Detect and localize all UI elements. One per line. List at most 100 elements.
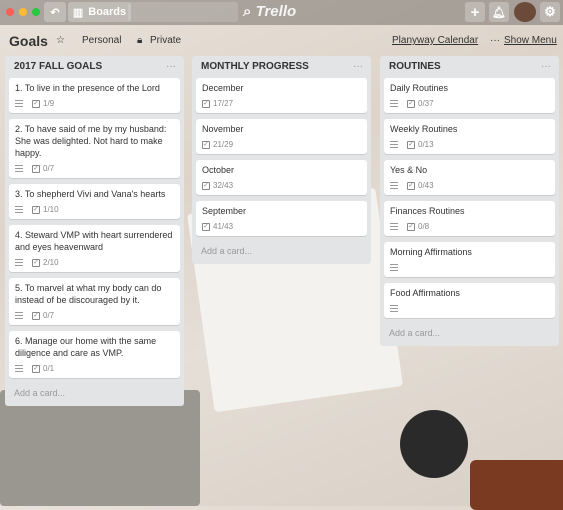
- card[interactable]: October ✓ 32/43: [196, 160, 367, 195]
- description-icon: [390, 100, 398, 107]
- checklist-badge: ✓ 2/10: [32, 257, 59, 269]
- description-icon: [15, 259, 23, 266]
- description-icon: [390, 223, 398, 230]
- top-bar: ↶ ▥ Boards ⌕ Trello + 🔔︎ ⚙: [0, 0, 563, 25]
- card-title: December: [202, 83, 244, 93]
- add-card-button[interactable]: Add a card...: [384, 324, 555, 346]
- back-icon[interactable]: ↶: [44, 2, 66, 22]
- checklist-count: 32/43: [213, 180, 234, 190]
- checklist-badge: ✓ 21/29: [202, 139, 233, 151]
- fabric-notebook-photo: [0, 390, 200, 506]
- list-title[interactable]: MONTHLY PROGRESS: [201, 61, 309, 72]
- card[interactable]: 3. To shepherd Vivi and Vana's hearts ✓ 1/…: [9, 184, 180, 219]
- card-title: Yes & No: [390, 165, 428, 175]
- card-title: Finances Routines: [390, 206, 465, 216]
- list-fall-goals: 2017 FALL GOALS ··· 1. To live in the pre…: [5, 56, 184, 406]
- checklist-count: 0/1: [43, 363, 55, 373]
- checklist-badge: ✓ 1/10: [32, 204, 59, 216]
- description-icon: [390, 264, 398, 271]
- checklist-icon: ✓: [202, 181, 210, 190]
- card[interactable]: Morning Affirmations: [384, 242, 555, 277]
- list-menu-icon[interactable]: ···: [353, 56, 363, 78]
- checklist-badge: ✓ 0/7: [32, 163, 54, 175]
- card[interactable]: Daily Routines ✓ 0/37: [384, 78, 555, 113]
- card[interactable]: Weekly Routines ✓ 0/13: [384, 119, 555, 154]
- star-icon[interactable]: ☆: [56, 35, 65, 46]
- notification-bell-icon[interactable]: 🔔︎: [489, 2, 509, 22]
- description-icon: [390, 305, 398, 312]
- card-title: 1. To live in the presence of the Lord: [15, 83, 160, 93]
- checklist-count: 1/9: [43, 98, 55, 108]
- checklist-badge: ✓ 32/43: [202, 180, 233, 192]
- boards-button[interactable]: ▥ Boards: [68, 2, 131, 22]
- planyway-calendar-link[interactable]: Planyway Calendar: [392, 35, 478, 46]
- card[interactable]: Food Affirmations: [384, 283, 555, 318]
- card[interactable]: September ✓ 41/43: [196, 201, 367, 236]
- checklist-badge: ✓ 0/37: [407, 98, 434, 110]
- checklist-icon: ✓: [32, 99, 40, 108]
- checklist-icon: ✓: [32, 258, 40, 267]
- description-icon: [15, 165, 23, 172]
- checklist-badge: ✓ 41/43: [202, 221, 233, 233]
- checklist-icon: ✓: [32, 364, 40, 373]
- checklist-icon: ✓: [32, 164, 40, 173]
- description-icon: [390, 182, 398, 189]
- checklist-badge: ✓ 0/1: [32, 363, 54, 375]
- checklist-count: 0/37: [418, 98, 434, 108]
- checklist-count: 0/8: [418, 221, 430, 231]
- card-title: 2. To have said of me by my husband: She…: [15, 124, 167, 158]
- checklist-badge: ✓ 0/8: [407, 221, 429, 233]
- description-icon: [390, 141, 398, 148]
- checklist-count: 0/13: [418, 139, 434, 149]
- card[interactable]: November ✓ 21/29: [196, 119, 367, 154]
- card-title: 5. To marvel at what my body can do inst…: [15, 283, 162, 305]
- checklist-icon: ✓: [407, 140, 415, 149]
- card-title: 6. Manage our home with the same diligen…: [15, 336, 157, 358]
- list-title[interactable]: ROUTINES: [389, 61, 441, 72]
- card[interactable]: Yes & No ✓ 0/43: [384, 160, 555, 195]
- card[interactable]: 6. Manage our home with the same diligen…: [9, 331, 180, 378]
- card[interactable]: 2. To have said of me by my husband: She…: [9, 119, 180, 178]
- show-menu-link[interactable]: Show Menu: [504, 35, 557, 46]
- card[interactable]: 1. To live in the presence of the Lord ✓ 1…: [9, 78, 180, 113]
- add-card-button[interactable]: Add a card...: [9, 384, 180, 406]
- card-title: September: [202, 206, 247, 216]
- card[interactable]: Finances Routines ✓ 0/8: [384, 201, 555, 236]
- add-icon[interactable]: +: [465, 2, 485, 22]
- card-title: October: [202, 165, 235, 175]
- leather-photo: [470, 460, 563, 510]
- card[interactable]: December ✓ 17/27: [196, 78, 367, 113]
- board-title[interactable]: Goals: [9, 33, 48, 49]
- lock-icon: 🔒︎: [137, 35, 143, 46]
- checklist-count: 21/29: [213, 139, 234, 149]
- list-title[interactable]: 2017 FALL GOALS: [14, 61, 102, 72]
- settings-gear-icon[interactable]: ⚙: [540, 2, 560, 22]
- list-menu-icon[interactable]: ···: [541, 56, 551, 78]
- description-icon: [15, 206, 23, 213]
- checklist-count: 1/10: [43, 204, 59, 214]
- checklist-count: 0/7: [43, 163, 55, 173]
- description-icon: [15, 312, 23, 319]
- checklist-badge: ✓ 0/43: [407, 180, 434, 192]
- team-button[interactable]: Personal: [82, 35, 121, 46]
- search-input[interactable]: [128, 2, 238, 22]
- checklist-badge: ✓ 0/7: [32, 310, 54, 322]
- card-title: 3. To shepherd Vivi and Vana's hearts: [15, 189, 166, 199]
- visibility-button[interactable]: Private: [150, 35, 181, 46]
- list-monthly-progress: MONTHLY PROGRESS ··· December ✓ 17/27 Novemb…: [192, 56, 371, 264]
- add-card-button[interactable]: Add a card...: [196, 242, 367, 264]
- card-title: Food Affirmations: [390, 288, 460, 298]
- trello-logo[interactable]: ⌕ Trello: [243, 3, 296, 20]
- checklist-icon: ✓: [407, 99, 415, 108]
- more-icon: ···: [490, 35, 500, 46]
- checklist-count: 41/43: [213, 221, 234, 231]
- card[interactable]: 4. Steward VMP with heart surrendered an…: [9, 225, 180, 272]
- card-title: Daily Routines: [390, 83, 449, 93]
- checklist-icon: ✓: [32, 205, 40, 214]
- card[interactable]: 5. To marvel at what my body can do inst…: [9, 278, 180, 325]
- list-menu-icon[interactable]: ···: [166, 56, 176, 78]
- card-title: Weekly Routines: [390, 124, 458, 134]
- avatar[interactable]: [514, 2, 536, 22]
- card-title: Morning Affirmations: [390, 247, 472, 257]
- card-title: 4. Steward VMP with heart surrendered an…: [15, 230, 173, 252]
